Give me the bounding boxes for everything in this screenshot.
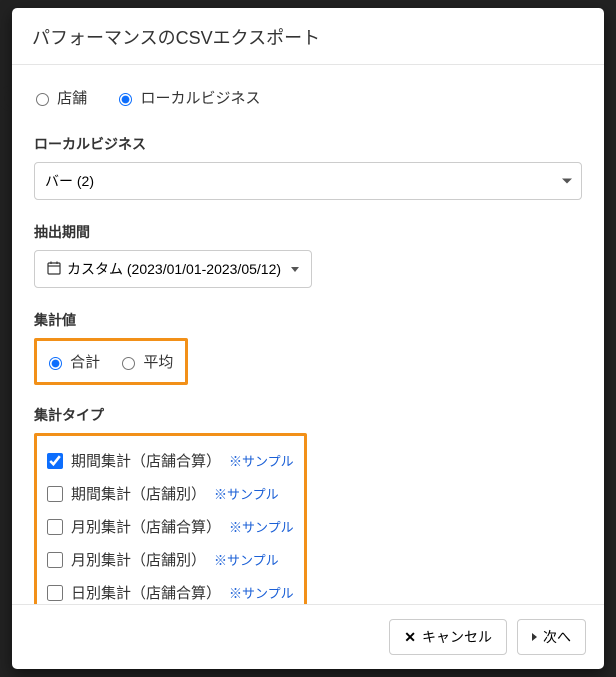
aggregate-type-row: 月別集計（店舗別） ※サンプル [47,543,294,576]
caret-down-icon [562,179,572,184]
scope-store-radio[interactable] [36,93,49,106]
cancel-button[interactable]: ✕ キャンセル [389,619,507,655]
csv-export-modal: パフォーマンスのCSVエクスポート 店舗 ローカルビジネス ローカルビジネス バ… [12,8,604,669]
chevron-right-icon [532,633,537,641]
modal-footer: ✕ キャンセル 次へ [12,604,604,669]
aggregate-avg-option[interactable]: 平均 [122,351,173,372]
aggregate-type-checkbox[interactable] [47,486,63,502]
chevron-down-icon [291,267,299,272]
sample-link[interactable]: ※サンプル [214,550,279,569]
scope-local-option[interactable]: ローカルビジネス [119,90,260,107]
sample-link[interactable]: ※サンプル [229,451,294,470]
aggregate-sum-radio[interactable] [49,357,62,370]
aggregate-type-row: 日別集計（店舗合算） ※サンプル [47,576,294,604]
local-business-section-label: ローカルビジネス [34,134,582,154]
close-icon: ✕ [404,629,416,646]
sample-link[interactable]: ※サンプル [214,484,279,503]
period-section-label: 抽出期間 [34,222,582,242]
local-business-selected-value: バー (2) [45,173,94,189]
aggregate-type-checkbox[interactable] [47,453,63,469]
period-value: カスタム (2023/01/01-2023/05/12) [67,259,281,279]
scope-radio-group: 店舗 ローカルビジネス [34,87,582,108]
aggregate-type-group: 期間集計（店舗合算）※サンプル期間集計（店舗別）※サンプル月別集計（店舗合算）※… [34,433,307,604]
aggregate-avg-radio[interactable] [122,357,135,370]
aggregate-value-group: 合計 平均 [34,338,188,385]
next-button-label: 次へ [543,627,571,647]
modal-title: パフォーマンスのCSVエクスポート [32,24,584,50]
next-button[interactable]: 次へ [517,619,586,655]
aggregate-sum-option[interactable]: 合計 [49,351,100,372]
aggregate-type-row: 月別集計（店舗合算） ※サンプル [47,510,294,543]
aggregate-type-label: 期間集計（店舗合算） [71,450,221,471]
aggregate-sum-label: 合計 [70,354,100,371]
scope-local-radio[interactable] [119,93,132,106]
scope-local-label: ローカルビジネス [141,90,261,107]
local-business-select-wrap: バー (2) [34,162,582,200]
aggregate-value-section-label: 集計値 [34,310,582,330]
sample-link[interactable]: ※サンプル [229,583,294,602]
aggregate-type-label: 月別集計（店舗合算） [71,516,221,537]
aggregate-type-checkbox[interactable] [47,585,63,601]
aggregate-type-row: 期間集計（店舗合算） ※サンプル [47,444,294,477]
period-picker-button[interactable]: カスタム (2023/01/01-2023/05/12) [34,250,312,288]
sample-link[interactable]: ※サンプル [229,517,294,536]
aggregate-type-section-label: 集計タイプ [34,405,582,425]
aggregate-type-checkbox[interactable] [47,552,63,568]
scope-store-option[interactable]: 店舗 [36,90,91,107]
aggregate-type-label: 期間集計（店舗別） [71,483,206,504]
local-business-select[interactable]: バー (2) [34,162,582,200]
aggregate-type-checkbox[interactable] [47,519,63,535]
calendar-icon [47,261,61,278]
aggregate-type-label: 月別集計（店舗別） [71,549,206,570]
cancel-button-label: キャンセル [422,627,492,647]
modal-header: パフォーマンスのCSVエクスポート [12,8,604,65]
aggregate-type-row: 期間集計（店舗別） ※サンプル [47,477,294,510]
aggregate-type-label: 日別集計（店舗合算） [71,582,221,603]
modal-body: 店舗 ローカルビジネス ローカルビジネス バー (2) 抽出期間 カスタム (2… [12,65,604,604]
aggregate-avg-label: 平均 [143,354,173,371]
scope-store-label: 店舗 [57,90,87,107]
